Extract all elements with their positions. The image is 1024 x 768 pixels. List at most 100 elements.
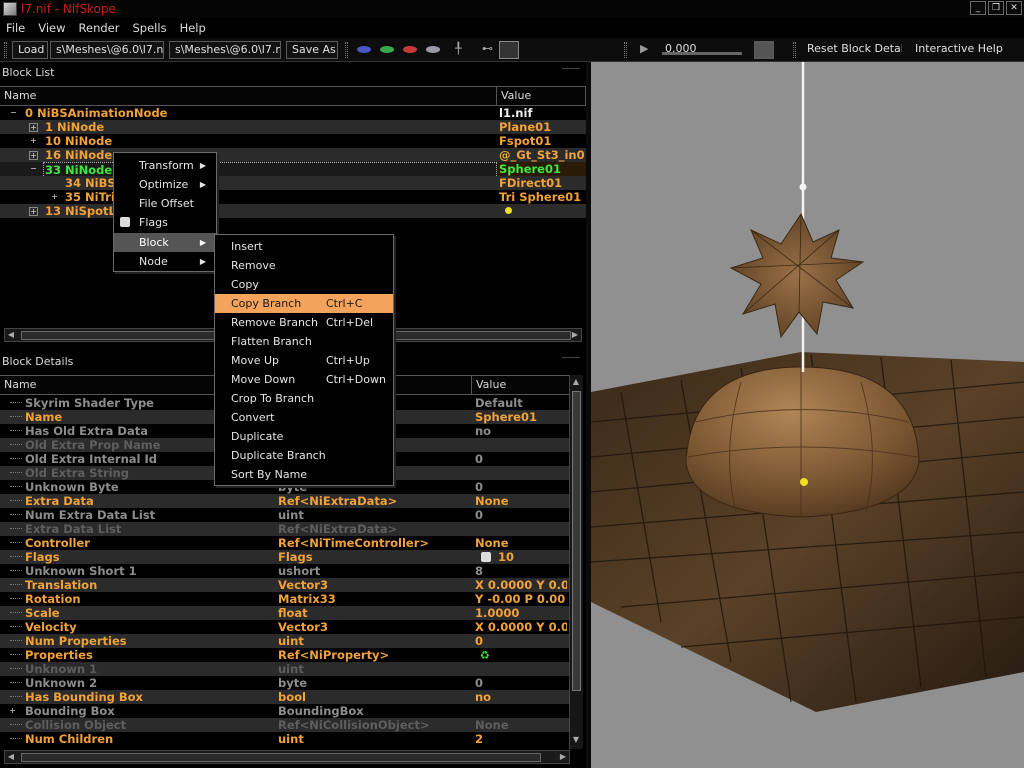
collapse-icon[interactable]: − bbox=[9, 109, 18, 118]
submenu-item-insert[interactable]: Insert bbox=[215, 237, 393, 256]
submenu-item-remove-branch[interactable]: Remove Branch Ctrl+Del bbox=[215, 313, 393, 332]
scroll-up-icon[interactable]: ▲ bbox=[571, 377, 581, 387]
submenu-item-move-up[interactable]: Move Up Ctrl+Up bbox=[215, 351, 393, 370]
interactive-help-button[interactable]: Interactive Help bbox=[910, 41, 1004, 59]
view-blue-eye-icon[interactable] bbox=[357, 46, 371, 53]
view-red-eye-icon[interactable] bbox=[403, 46, 417, 53]
submenu-item-copy[interactable]: Copy bbox=[215, 275, 393, 294]
detail-row[interactable]: Num Extra Data List uint 0 bbox=[0, 508, 569, 522]
submenu-item-crop-to-branch[interactable]: Crop To Branch bbox=[215, 389, 393, 408]
menu-view[interactable]: View bbox=[32, 21, 72, 35]
detail-row[interactable]: Collision Object Ref<NiCollisionObject> No… bbox=[0, 718, 569, 732]
load-path-input[interactable]: s\Meshes\@6.0\l7.nif bbox=[50, 41, 164, 59]
detail-row[interactable]: Rotation Matrix33 Y -0.00 P 0.00 bbox=[0, 592, 569, 606]
tree-row[interactable]: + 16 NiNode @_Gt_St3_in0 bbox=[0, 148, 586, 162]
submenu-item-duplicate-branch[interactable]: Duplicate Branch bbox=[215, 446, 393, 465]
view-green-eye-icon[interactable] bbox=[380, 46, 394, 53]
scroll-left-icon[interactable]: ◀ bbox=[6, 330, 16, 340]
tree-row[interactable]: + 1 NiNode Plane01 bbox=[0, 120, 586, 134]
dock-float-icon[interactable] bbox=[562, 357, 580, 366]
view-gray-eye-icon[interactable] bbox=[426, 46, 440, 53]
detail-row[interactable]: Velocity Vector3 X 0.0000 Y 0.00 bbox=[0, 620, 569, 634]
scroll-thumb[interactable] bbox=[572, 391, 581, 691]
menu-item-optimize[interactable]: Optimize ▶ bbox=[114, 175, 216, 194]
detail-row[interactable]: Unknown 1 uint bbox=[0, 662, 569, 676]
move-icon[interactable]: ⊷ bbox=[477, 41, 495, 59]
submenu-item-move-down[interactable]: Move Down Ctrl+Down bbox=[215, 370, 393, 389]
toolbar-grip[interactable] bbox=[4, 42, 7, 58]
detail-row[interactable]: Unknown Short 1 ushort 8 bbox=[0, 564, 569, 578]
flag-icon[interactable] bbox=[481, 552, 491, 562]
expand-icon[interactable]: + bbox=[29, 123, 38, 132]
menu-render[interactable]: Render bbox=[73, 21, 127, 35]
detail-row[interactable]: Num Properties uint 0 bbox=[0, 634, 569, 648]
reset-block-details-button[interactable]: Reset Block Details bbox=[802, 41, 902, 59]
load-button[interactable]: Load bbox=[12, 41, 48, 59]
tree-row[interactable]: + 35 NiTri Tri Sphere01 bbox=[0, 190, 586, 204]
detail-row[interactable]: Num Children uint 2 bbox=[0, 732, 569, 746]
time-slider[interactable] bbox=[662, 52, 742, 55]
detail-row[interactable]: Extra Data Ref<NiExtraData> None bbox=[0, 494, 569, 508]
detail-row[interactable]: Flags Flags 10 bbox=[0, 550, 569, 564]
scroll-thumb[interactable] bbox=[21, 753, 541, 762]
expand-icon[interactable]: + bbox=[29, 151, 38, 160]
menu-item-block[interactable]: Block ▶ bbox=[114, 233, 216, 252]
dock-float-icon[interactable] bbox=[562, 68, 580, 77]
menu-item-node[interactable]: Node ▶ bbox=[114, 252, 216, 271]
minimize-button[interactable]: _ bbox=[970, 1, 986, 15]
col-value-header[interactable]: Value bbox=[497, 87, 586, 105]
refresh-icon[interactable]: ♻ bbox=[480, 649, 490, 663]
scene-render bbox=[591, 62, 1024, 712]
sphere-view-icon[interactable] bbox=[499, 41, 519, 59]
submenu-item-duplicate[interactable]: Duplicate bbox=[215, 427, 393, 446]
detail-row[interactable]: Properties Ref<NiProperty> ♻ bbox=[0, 648, 569, 662]
menu-help[interactable]: Help bbox=[174, 21, 213, 35]
tree-row[interactable]: + 13 NiSpotL bbox=[0, 204, 586, 218]
detail-row[interactable]: Translation Vector3 X 0.0000 Y 0.00 bbox=[0, 578, 569, 592]
close-button[interactable]: ✕ bbox=[1006, 1, 1022, 15]
submenu-item-convert[interactable]: Convert bbox=[215, 408, 393, 427]
detail-row[interactable]: Bounding Box BoundingBox + bbox=[0, 704, 569, 718]
expand-icon[interactable]: + bbox=[29, 137, 38, 146]
scroll-right-icon[interactable]: ▶ bbox=[570, 330, 580, 340]
scroll-right-icon[interactable]: ▶ bbox=[558, 752, 568, 762]
scroll-down-icon[interactable]: ▼ bbox=[571, 735, 581, 745]
toolbar-grip[interactable] bbox=[624, 42, 627, 58]
save-path-input[interactable]: s\Meshes\@6.0\l7.nif bbox=[169, 41, 281, 59]
menu-item-file-offset[interactable]: File Offset bbox=[114, 194, 216, 213]
scroll-left-icon[interactable]: ◀ bbox=[6, 752, 16, 762]
save-as-button[interactable]: Save As bbox=[286, 41, 338, 59]
expand-icon[interactable]: + bbox=[8, 707, 17, 716]
loop-icon[interactable] bbox=[754, 41, 774, 59]
maximize-button[interactable]: ❐ bbox=[988, 1, 1004, 15]
col-value-header[interactable]: Value bbox=[472, 376, 570, 394]
toolbar-grip[interactable] bbox=[793, 42, 796, 58]
menu-file[interactable]: File bbox=[0, 21, 32, 35]
block-details-vscroll[interactable]: ▲ ▼ bbox=[569, 375, 583, 749]
menu-item-transform[interactable]: Transform ▶ bbox=[114, 156, 216, 175]
menu-item-flags[interactable]: Flags bbox=[114, 213, 216, 232]
submenu-item-remove[interactable]: Remove bbox=[215, 256, 393, 275]
render-viewport[interactable] bbox=[591, 62, 1024, 768]
menu-spells[interactable]: Spells bbox=[127, 21, 174, 35]
tree-row-selected[interactable]: − 33 NiNode Sphere01 bbox=[0, 162, 586, 178]
play-icon[interactable]: ▶ bbox=[635, 41, 651, 59]
collapse-icon[interactable]: − bbox=[29, 165, 38, 174]
tree-row[interactable]: 34 NiBS FDirect01 bbox=[0, 176, 586, 190]
col-name-header[interactable]: Name bbox=[0, 87, 497, 105]
submenu-item-flatten-branch[interactable]: Flatten Branch bbox=[215, 332, 393, 351]
detail-row[interactable]: Scale float 1.0000 bbox=[0, 606, 569, 620]
tree-row[interactable]: + 10 NiNode Fspot01 bbox=[0, 134, 586, 148]
expand-icon[interactable]: + bbox=[29, 207, 38, 216]
tree-row[interactable]: − 0 NiBSAnimationNode l1.nif bbox=[0, 106, 586, 120]
axis-icon[interactable]: ╀ bbox=[450, 41, 464, 59]
expand-icon[interactable]: + bbox=[50, 193, 59, 202]
detail-row[interactable]: Controller Ref<NiTimeController> None bbox=[0, 536, 569, 550]
detail-row[interactable]: Unknown 2 byte 0 bbox=[0, 676, 569, 690]
detail-row[interactable]: Has Bounding Box bool no bbox=[0, 690, 569, 704]
detail-row[interactable]: Extra Data List Ref<NiExtraData> bbox=[0, 522, 569, 536]
submenu-item-sort-by-name[interactable]: Sort By Name bbox=[215, 465, 393, 484]
toolbar-grip[interactable] bbox=[345, 42, 348, 58]
block-details-hscroll[interactable]: ◀ ▶ bbox=[4, 750, 570, 764]
submenu-item-copy-branch[interactable]: Copy Branch Ctrl+C bbox=[215, 294, 393, 313]
